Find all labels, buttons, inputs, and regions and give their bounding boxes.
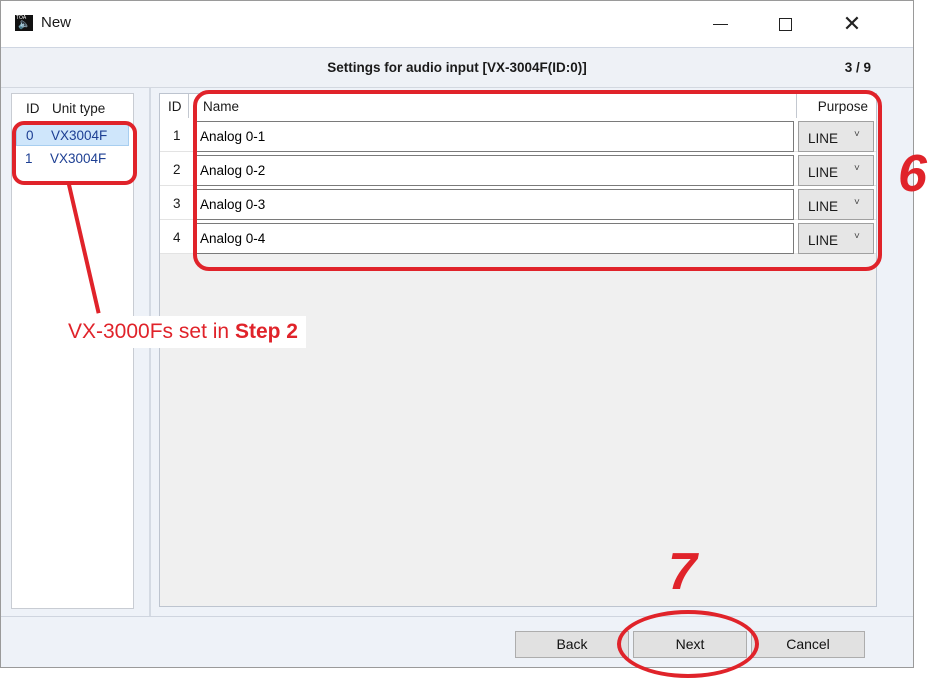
step-counter: 3 / 9: [844, 60, 871, 75]
units-note-text: VX-3000Fs set in: [68, 320, 230, 343]
toa-speaker-icon: TOA 🔈: [15, 15, 33, 31]
panel-divider: [149, 88, 151, 616]
units-note: VX-3000Fs set in Step 2: [60, 316, 306, 348]
step-7-marker: 7: [668, 543, 697, 601]
close-button[interactable]: ✕: [823, 1, 881, 47]
minimize-icon: [712, 23, 728, 25]
wizard-footer: Back Next Cancel: [1, 616, 913, 667]
cancel-button[interactable]: Cancel: [751, 631, 865, 658]
close-icon: ✕: [842, 11, 862, 36]
units-note-step: Step 2: [234, 320, 298, 343]
maximize-button[interactable]: [756, 1, 814, 47]
unit-id-column-header: ID: [26, 101, 40, 116]
input-id: 2: [173, 162, 181, 177]
input-id: 1: [173, 128, 181, 143]
title-bar: TOA 🔈 New ✕: [1, 1, 913, 47]
back-button[interactable]: Back: [515, 631, 629, 658]
step-6-marker: 6: [898, 145, 927, 203]
wizard-header: Settings for audio input [VX-3004F(ID:0)…: [1, 47, 913, 88]
minimize-button[interactable]: [691, 1, 749, 47]
speaker-icon: 🔈: [18, 19, 31, 30]
window-title: New: [41, 14, 72, 31]
unit-type-column-header: Unit type: [52, 101, 106, 116]
column-divider: [188, 94, 189, 118]
page-title: Settings for audio input [VX-3004F(ID:0)…: [327, 60, 587, 75]
unit-list-callout: [12, 121, 137, 185]
input-id: 4: [173, 230, 181, 245]
maximize-icon: [778, 17, 792, 31]
input-id: 3: [173, 196, 181, 211]
id-column-header: ID: [168, 99, 182, 114]
input-grid-callout: [193, 90, 882, 271]
unit-list-header: ID Unit type: [12, 101, 133, 121]
